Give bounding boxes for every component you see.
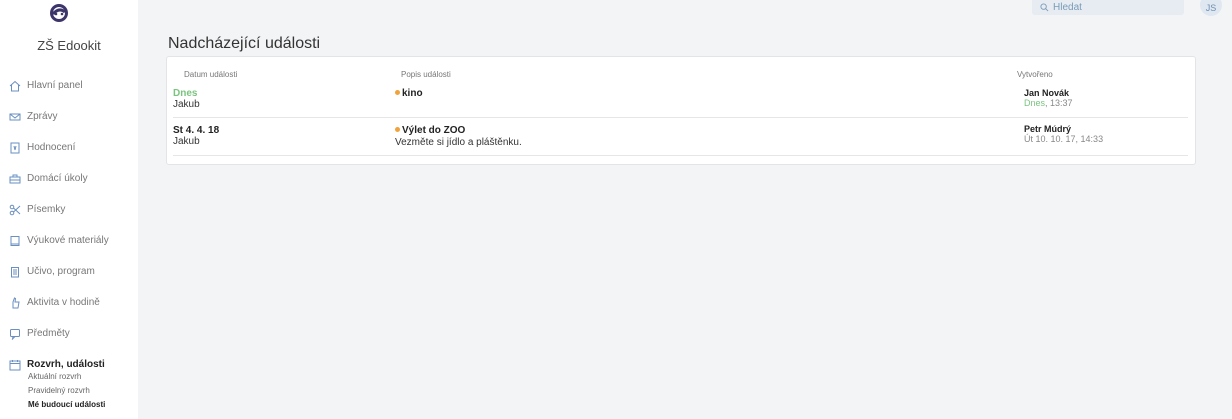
event-person: Jakub [173, 99, 200, 110]
clipboard-icon [11, 266, 19, 277]
column-header-description: Popis události [401, 70, 451, 79]
event-title[interactable]: kino [395, 88, 423, 99]
search-input[interactable]: Hledat [1032, 0, 1184, 15]
event-creator: Jan Novák [1024, 88, 1070, 98]
scissors-icon [9, 204, 21, 215]
edookit-logo-icon[interactable] [48, 2, 70, 24]
search-placeholder: Hledat [1053, 2, 1082, 13]
sidebar-item-label: Zprávy [27, 111, 58, 122]
event-note: Vezměte si jídlo a pláštěnku. [395, 137, 522, 148]
created-day: Dnes [1024, 98, 1046, 108]
row-divider [173, 117, 1188, 118]
grade-icon [10, 142, 20, 153]
sidebar-item-pisemky[interactable]: Písemky [0, 194, 138, 225]
event-title-text: kino [402, 88, 423, 99]
event-creator: Petr Múdrý [1024, 124, 1072, 134]
column-header-date: Datum události [184, 70, 238, 79]
event-dot-icon [395, 127, 400, 132]
subnav-item-aktualni-rozvrh[interactable]: Aktuální rozvrh [28, 370, 105, 384]
event-dot-icon [395, 90, 400, 95]
event-date: St 4. 4. 18 [173, 125, 220, 136]
sidebar-item-aktivita-v-hodine[interactable]: Aktivita v hodině [0, 287, 138, 318]
event-person: Jakub [173, 136, 200, 147]
column-header-created: Vytvořeno [1017, 70, 1053, 79]
sidebar-item-hlavni-panel[interactable]: Hlavní panel [0, 70, 138, 101]
event-created: Dnes, 13:37 [1024, 98, 1073, 108]
sidebar-item-label: Učivo, program [27, 266, 95, 277]
page-title: Nadcházející události [168, 35, 321, 52]
hand-icon [12, 296, 20, 308]
sidebar-item-label: Hodnocení [27, 142, 76, 153]
sidebar-item-ucivo-program[interactable]: Učivo, program [0, 256, 138, 287]
sidebar-item-hodnoceni[interactable]: Hodnocení [0, 132, 138, 163]
sidebar-item-label: Výukové materiály [27, 235, 109, 246]
sidebar-item-label: Aktivita v hodině [27, 297, 100, 308]
created-time: , 13:37 [1045, 98, 1073, 108]
event-title[interactable]: Výlet do ZOO [395, 125, 465, 136]
school-name: ZŠ Edookit [37, 38, 101, 53]
sidebar-item-label: Domácí úkoly [27, 173, 88, 184]
events-card: Datum události Popis události Vytvořeno … [166, 56, 1196, 165]
sidebar-item-vyukove-materialy[interactable]: Výukové materiály [0, 225, 138, 256]
sidebar-item-predmety[interactable]: Předměty [0, 318, 138, 349]
sidebar-item-label: Hlavní panel [27, 80, 83, 91]
book-icon [10, 235, 20, 246]
event-date: Dnes [173, 88, 198, 99]
chat-icon [10, 328, 20, 340]
event-title-text: Výlet do ZOO [402, 125, 466, 136]
subnav-item-pravidelny-rozvrh[interactable]: Pravidelný rozvrh [28, 384, 105, 398]
sidebar-item-label: Písemky [27, 204, 66, 215]
sidebar-item-domaci-ukoly[interactable]: Domácí úkoly [0, 163, 138, 194]
sidebar-item-label: Rozvrh, události [27, 359, 105, 370]
sidebar: ZŠ Edookit Hlavní panel Zprávy Hodnocení… [0, 0, 138, 419]
search-icon [1040, 3, 1049, 12]
user-avatar[interactable]: JS [1200, 0, 1222, 16]
calendar-icon [9, 359, 21, 370]
sidebar-nav: Hlavní panel Zprávy Hodnocení Domácí úko… [0, 70, 138, 380]
sidebar-item-label: Předměty [27, 328, 70, 339]
home-icon [9, 80, 21, 91]
briefcase-icon [9, 174, 21, 183]
subnav-item-me-budouci-udalosti[interactable]: Mé budoucí události [28, 398, 105, 412]
sidebar-item-zpravy[interactable]: Zprávy [0, 101, 138, 132]
sidebar-subnav: Aktuální rozvrh Pravidelný rozvrh Mé bud… [28, 370, 105, 412]
created-day: Út 10. 10. 17 [1024, 134, 1076, 144]
envelope-icon [9, 113, 21, 120]
event-created: Út 10. 10. 17, 14:33 [1024, 134, 1103, 144]
row-divider [173, 155, 1188, 156]
created-time: , 14:33 [1075, 134, 1104, 144]
